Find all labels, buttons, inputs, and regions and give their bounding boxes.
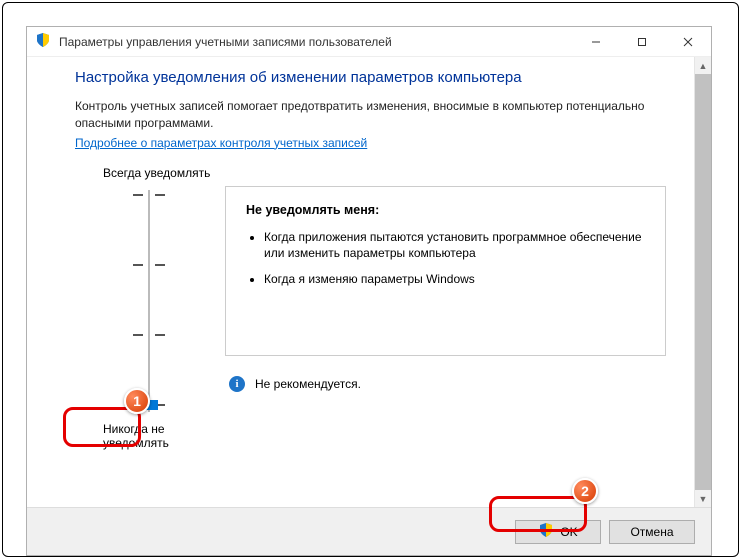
slider-column: Всегда уведомлять Никогда не уведомлят xyxy=(75,166,225,450)
cancel-label: Отмена xyxy=(630,525,673,539)
slider-tick xyxy=(133,334,143,336)
minimize-button[interactable] xyxy=(573,27,619,56)
panel-item: Когда я изменяю параметры Windows xyxy=(264,271,645,287)
panel-title: Не уведомлять меня: xyxy=(246,203,379,217)
slider-top-label: Всегда уведомлять xyxy=(103,166,210,180)
content-area: Настройка уведомления об изменении парам… xyxy=(27,57,711,507)
vertical-scrollbar[interactable]: ▲ ▼ xyxy=(694,57,711,507)
shield-icon xyxy=(538,522,554,541)
titlebar: Параметры управления учетными записями п… xyxy=(27,27,711,57)
footer: OK Отмена xyxy=(27,507,711,555)
recommendation-row: i Не рекомендуется. xyxy=(229,376,666,392)
slider-thumb[interactable] xyxy=(140,400,158,410)
slider-tick xyxy=(133,264,143,266)
info-icon: i xyxy=(229,376,245,392)
slider-tick xyxy=(155,264,165,266)
learn-more-link[interactable]: Подробнее о параметрах контроля учетных … xyxy=(75,136,666,150)
scroll-thumb[interactable] xyxy=(695,74,711,490)
recommendation-text: Не рекомендуется. xyxy=(255,377,361,391)
uac-slider[interactable] xyxy=(119,186,179,416)
slider-tick xyxy=(155,334,165,336)
panel-column: Не уведомлять меня: Когда приложения пыт… xyxy=(225,166,666,450)
close-button[interactable] xyxy=(665,27,711,56)
page-heading: Настройка уведомления об изменении парам… xyxy=(75,69,666,86)
scroll-down-button[interactable]: ▼ xyxy=(695,490,711,507)
slider-track xyxy=(148,190,150,412)
slider-tick xyxy=(155,194,165,196)
description: Контроль учетных записей помогает предот… xyxy=(75,98,666,132)
panel-item: Когда приложения пытаются установить про… xyxy=(264,229,645,261)
window-title: Параметры управления учетными записями п… xyxy=(59,35,573,49)
slider-tick xyxy=(133,194,143,196)
shield-icon xyxy=(35,32,51,51)
window-controls xyxy=(573,27,711,56)
uac-settings-window: Параметры управления учетными записями п… xyxy=(26,26,712,556)
cancel-button[interactable]: Отмена xyxy=(609,520,695,544)
slider-bottom-label: Никогда не уведомлять xyxy=(103,422,225,450)
slider-row: Всегда уведомлять Никогда не уведомлят xyxy=(75,166,666,450)
ok-button[interactable]: OK xyxy=(515,520,601,544)
maximize-button[interactable] xyxy=(619,27,665,56)
scroll-up-button[interactable]: ▲ xyxy=(695,57,711,74)
content-inner: Настройка уведомления об изменении парам… xyxy=(27,57,694,507)
notification-panel: Не уведомлять меня: Когда приложения пыт… xyxy=(225,186,666,356)
ok-label: OK xyxy=(560,525,577,539)
panel-list: Когда приложения пытаются установить про… xyxy=(264,229,645,288)
